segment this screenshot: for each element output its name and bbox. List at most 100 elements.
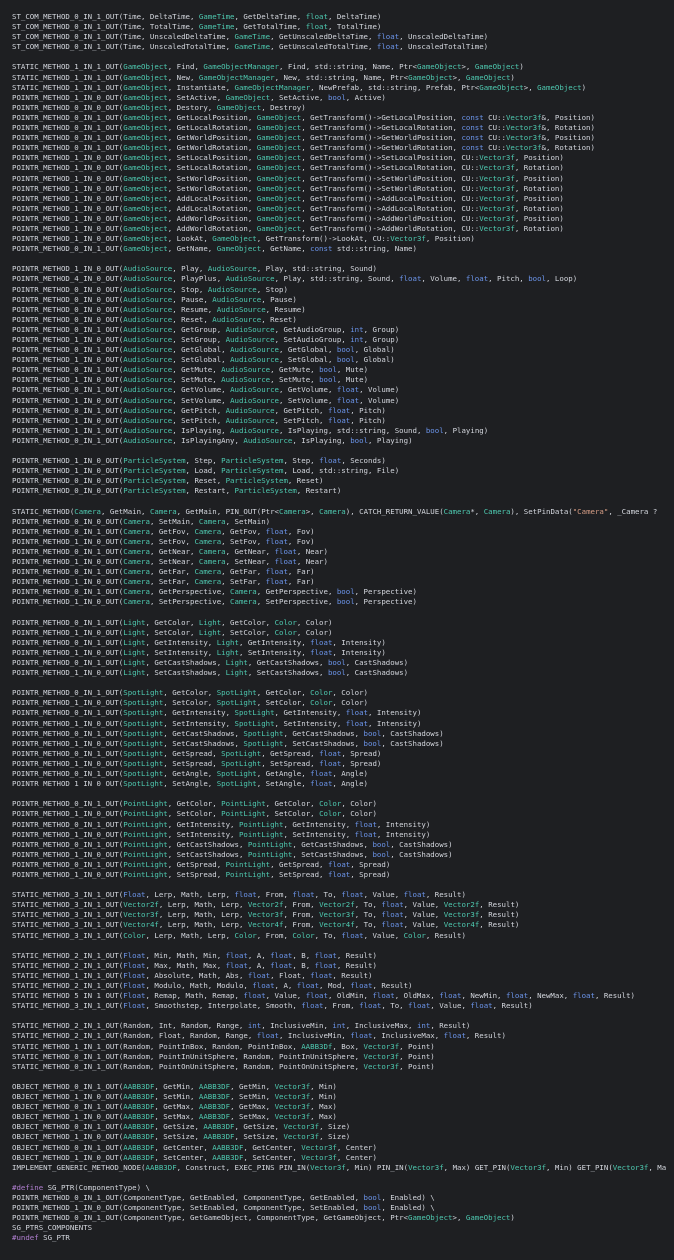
code-line: POINTR_METHOD_0_IN_1_OUT(ComponentType, … [12,1192,435,1202]
code-line: POINTR_METHOD_0_IN_1_OUT(SpotLight, GetI… [12,708,422,718]
code-line: POINTR_METHOD_1_IN_0_OUT(SpotLight, SetI… [12,718,422,728]
code-line: POINTR_METHOD_0_IN_1_OUT(AudioSource, Ge… [12,345,395,355]
code-line: POINTR_METHOD_0_IN_1_OUT(Light, GetCastS… [12,658,409,667]
code-line: POINTR_METHOD_1_IN_0_OUT(AudioSource, Se… [12,415,386,425]
code-line: POINTR_METHOD_0_IN_1_OUT(PointLight, Get… [12,859,391,869]
code-line: POINTR_METHOD_1_IN_0_OUT(GameObject, Set… [12,163,564,173]
code-line: OBJECT_METHOD_0_IN_1_OUT(AABB3DF, GetMax… [12,1102,337,1112]
code-line: #define SG_PTR(ComponentType) \ [12,1182,150,1192]
code-line: OBJECT_METHOD_0_IN_1_OUT(AABB3DF, GetMin… [12,1081,337,1091]
code-line: POINTR_METHOD_0_IN_0_OUT(Camera, SetMain… [12,516,271,526]
code-line: STATIC_METHOD_1_IN_1_OUT(GameObject, Ins… [12,82,587,92]
code-line: POINTR_METHOD_0_IN_1_OUT(PointLight, Get… [12,799,377,809]
code-line: STATIC_METHOD_2_IN_1_OUT(Float, Max, Mat… [12,960,377,970]
code-line: POINTR_METHOD_1_IN_0_OUT(GameObject, Set… [12,173,564,183]
code-line: POINTR_METHOD_1_IN_0_OUT(Light, SetInten… [12,647,386,657]
code-line: POINTR_METHOD_1_IN_0_OUT(AudioSource, Pl… [12,264,377,274]
code-line: STATIC_METHOD_2_IN_1_OUT(Float, Min, Mat… [12,950,377,960]
code-line: POINTR_METHOD_0_IN_1_OUT(GameObject, Get… [12,123,595,133]
code-line: POINTR_METHOD_0_IN_1_OUT(Camera, GetNear… [12,546,328,556]
code-line: ST_COM_METHOD_0_IN_1_OUT(Time, UnscaledD… [12,32,489,42]
code-line: STATIC_METHOD_1_IN_1_OUT(Random, PointIn… [12,1041,435,1051]
code-line: POINTR_METHOD_1_IN_0_OUT(AudioSource, Se… [12,375,369,385]
code-line: ST_COM_METHOD_0_IN_1_OUT(Time, UnscaledT… [12,42,489,52]
code-line: POINTR_METHOD_1_IN_0_OUT(Camera, SetPers… [12,597,417,607]
code-line: POINTR_METHOD_0_IN_0_OUT(AudioSource, Re… [12,304,306,314]
code-line: STATIC_METHOD_3_IN_1_OUT(Float, Lerp, Ma… [12,890,466,900]
code-line: POINTR_METHOD_1_IN_0_OUT(PointLight, Set… [12,809,377,819]
code-line: POINTR_METHOD_0_IN_1_OUT(AudioSource, Ge… [12,405,386,415]
code-line: STATIC_METHOD_3_IN_1_OUT(Color, Lerp, Ma… [12,930,466,940]
code-line: POINTR_METHOD_0_IN_1_OUT(Light, GetColor… [12,617,333,627]
code-line: POINTR_METHOD_1_IN_0_OUT(PointLight, Set… [12,829,431,839]
code-line: OBJECT_METHOD_1_IN_0_OUT(AABB3DF, SetMin… [12,1092,337,1102]
code-line: POINTR_METHOD_0_IN_1_OUT(Camera, GetPers… [12,587,417,597]
code-line: ST_COM_METHOD_0_IN_1_OUT(Time, TotalTime… [12,22,382,32]
code-line: POINTR_METHOD_1_IN_0_OUT(Camera, SetNear… [12,557,328,567]
code-line: POINTR_METHOD_0_IN_1_OUT(Camera, GetFar,… [12,567,315,577]
code-line: POINTR_METHOD_0_IN_1_OUT(GameObject, Get… [12,244,417,254]
code-line: POINTR_METHOD_0_IN_1_OUT(Camera, GetFov,… [12,526,315,536]
code-line: STATIC_METHOD_3_IN_1_OUT(Vector2f, Lerp,… [12,900,520,910]
code-line: #undef SG_PTR [12,1233,70,1243]
code-line: POINTR_METHOD_1_IN_0_OUT(GameObject, Add… [12,223,564,233]
code-line: STATIC_METHOD_3_IN_1_OUT(Vector4f, Lerp,… [12,920,520,930]
code-line: POINTR_METHOD_4_IN_0_OUT(AudioSource, Pl… [12,274,578,284]
code-line: POINTR_METHOD_1_IN_0_OUT(GameObject, Set… [12,153,564,163]
code-line: POINTR_METHOD_0_IN_0_OUT(AudioSource, Pa… [12,294,297,304]
code-line: OBJECT_METHOD_0_IN_1_OUT(AABB3DF, GetCen… [12,1142,377,1152]
code-line: POINTR_METHOD_0_IN_0_OUT(AudioSource, Re… [12,314,297,324]
code-line: POINTR_METHOD_0_IN_0_OUT(AudioSource, St… [12,284,288,294]
code-line: POINTR_METHOD_0_IN_1_OUT(SpotLight, GetS… [12,748,382,758]
code-line: POINTR_METHOD_0_IN_1_OUT(ComponentType, … [12,1213,515,1223]
code-line: POINTR_METHOD_1_IN_0_OUT(PointLight, Set… [12,849,453,859]
code-line: POINTR_METHOD_0_IN_1_OUT(GameObject, Get… [12,143,595,153]
code-line: POINTR_METHOD_1_IN_0_OUT(GameObject, Add… [12,193,564,203]
code-line: POINTR_METHOD_0_IN_1_OUT(SpotLight, GetC… [12,688,369,698]
code-line: POINTR_METHOD_1_IN_1_OUT(AudioSource, Is… [12,425,489,435]
code-line: POINTR_METHOD_1_IN_0_OUT(Camera, SetFov,… [12,536,315,546]
code-line: POINTR_METHOD_1_IN_0_OUT(ComponentType, … [12,1203,435,1213]
code-line: POINTR_METHOD_0_IN_0_OUT(GameObject, Des… [12,102,306,112]
code-line: SG_PTRS_COMPONENTS [12,1223,93,1233]
code-line: OBJECT_METHOD_0_IN_1_OUT(AABB3DF, GetSiz… [12,1122,351,1132]
code-line: POINTR_METHOD_0_IN_1_OUT(PointLight, Get… [12,819,431,829]
code-line: STATIC_METHOD_3_IN_1_OUT(Float, Smoothst… [12,1001,533,1011]
code-line: POINTR_METHOD_0_IN_1_OUT(GameObject, Get… [12,112,595,122]
code-line: POINTR_METHOD_1_IN_0_OUT(PointLight, Set… [12,869,391,879]
code-line: POINTR_METHOD_0_IN_1_OUT(AudioSource, Ge… [12,365,369,375]
code-line: POINTR METHOD 1 IN 0 OUT(SpotLight, SetA… [12,779,369,789]
code-line: POINTR_METHOD_0_IN_1_OUT(PointLight, Get… [12,839,453,849]
code-line: POINTR_METHOD_1_IN_0_OUT(Light, SetColor… [12,627,333,637]
code-line: POINTR_METHOD_0_IN_1_OUT(AudioSource, Is… [12,435,413,445]
code-editor[interactable]: ST_COM_METHOD_0_IN_1_OUT(Time, DeltaTime… [0,0,674,1260]
code-line: STATIC METHOD 5 IN 1 OUT(Float, Remap, M… [12,991,635,1001]
code-line: POINTR_METHOD_1_IN_0_OUT(GameObject, Set… [12,92,386,102]
code-line: POINTR_METHOD_0_IN_1_OUT(SpotLight, GetC… [12,728,444,738]
code-line: POINTR_METHOD_1_IN_0_OUT(Light, SetCastS… [12,668,409,678]
code-line: STATIC_METHOD_1_IN_1_OUT(GameObject, Fin… [12,62,524,72]
code-line: OBJECT_METHOD_1_IN_0_OUT(AABB3DF, SetCen… [12,1152,377,1162]
code-line: POINTR_METHOD_1_IN_0_OUT(ParticleSystem,… [12,456,386,466]
code-line: POINTR_METHOD_0_IN_1_OUT(AudioSource, Ge… [12,324,400,334]
code-line: POINTR_METHOD_0_IN_1_OUT(AudioSource, Ge… [12,385,400,395]
code-line: STATIC_METHOD_3_IN_1_OUT(Vector3f, Lerp,… [12,910,520,920]
code-line: POINTR_METHOD_1_IN_0_OUT(AudioSource, Se… [12,335,400,344]
code-line: STATIC_METHOD_2_IN_1_OUT(Random, Int, Ra… [12,1021,471,1031]
code-line: POINTR_METHOD_1_IN_0_OUT(GameObject, Set… [12,183,564,193]
code-line: STATIC_METHOD_0_IN_1_OUT(Random, PointIn… [12,1051,435,1061]
code-line: POINTR_METHOD_0_IN_0_OUT(ParticleSystem,… [12,476,324,486]
code-line: OBJECT_METHOD_1_IN_0_OUT(AABB3DF, SetSiz… [12,1132,351,1142]
code-line: STATIC_METHOD(Camera, GetMain, Camera, G… [12,506,662,516]
code-line: STATIC_METHOD_2_IN_1_OUT(Random, Float, … [12,1031,506,1041]
